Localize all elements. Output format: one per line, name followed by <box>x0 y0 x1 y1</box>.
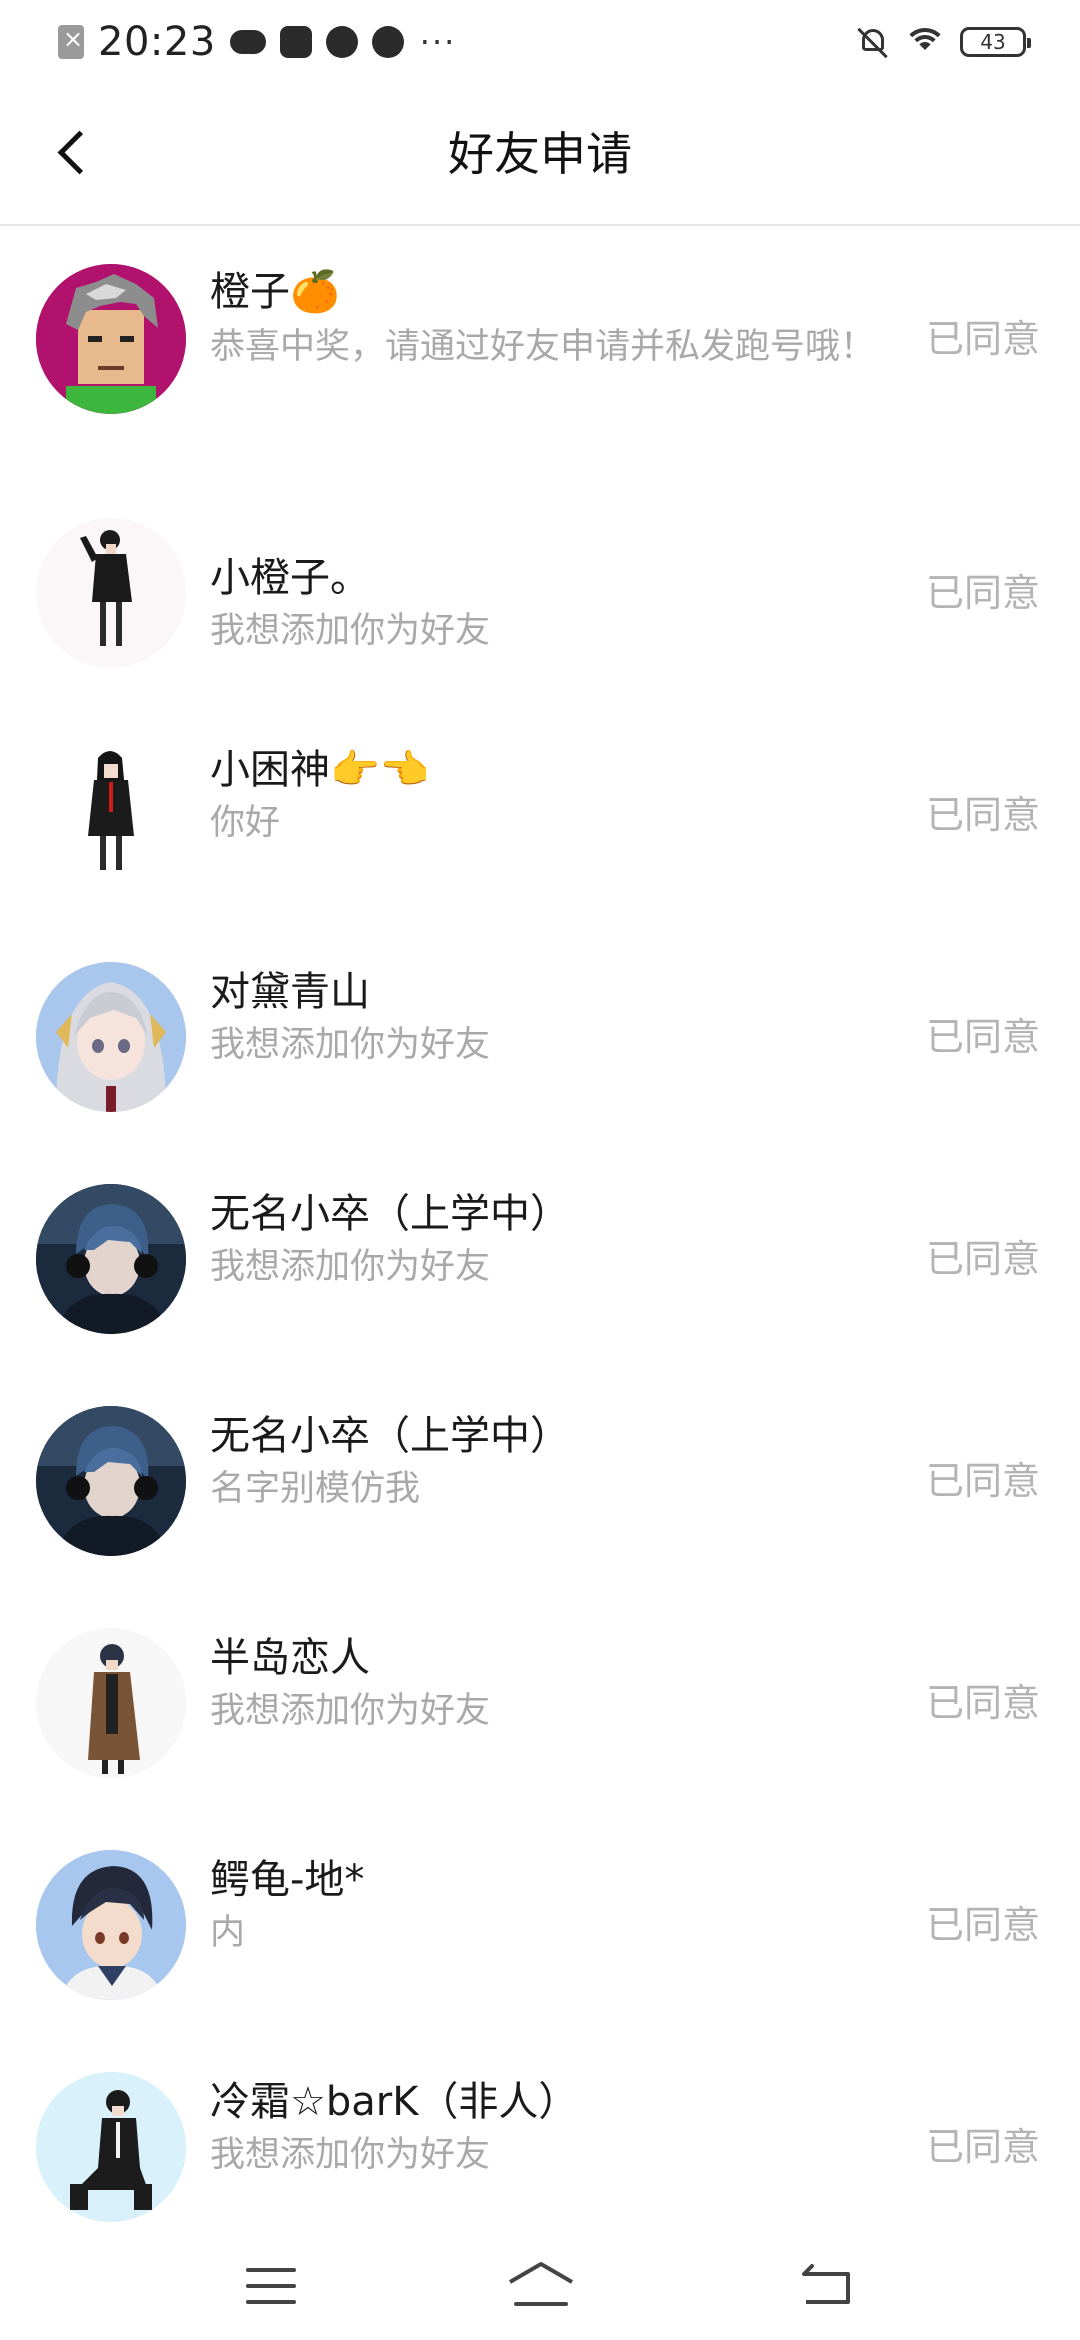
wifi-icon <box>904 26 946 58</box>
avatar[interactable] <box>36 1184 186 1334</box>
status-right: 43 <box>856 25 1031 59</box>
status-accepted-label: 已同意 <box>925 1681 1040 1725</box>
page-title: 好友申请 <box>448 127 632 181</box>
home-icon[interactable] <box>506 2260 576 2310</box>
request-message: 你好 <box>210 803 281 843</box>
requester-name: 无名小卒（上学中） <box>210 1413 570 1459</box>
status-time: 20:23 <box>98 19 216 65</box>
request-message: 内 <box>210 1913 246 1953</box>
request-message: 我想添加你为好友 <box>210 2135 491 2175</box>
sim-off-icon <box>58 25 84 59</box>
request-message: 我想添加你为好友 <box>210 1691 491 1731</box>
status-accepted-label: 已同意 <box>925 2125 1040 2169</box>
status-left: 20:23 ··· <box>58 19 456 65</box>
battery-level: 43 <box>980 30 1006 54</box>
status-accepted-label: 已同意 <box>925 317 1040 361</box>
status-accepted-label: 已同意 <box>925 1015 1040 1059</box>
anime-blue-hair-headphones-avatar-icon <box>36 1406 186 1556</box>
avatar[interactable] <box>36 2072 186 2222</box>
request-message: 恭喜中奖，请通过好友申请并私发跑号哦！ <box>210 327 876 367</box>
requester-name: 橙子🍊 <box>210 269 340 315</box>
bell-off-icon <box>856 25 890 59</box>
requester-name: 冷霜☆barK（非人） <box>210 2079 579 2125</box>
cat-icon <box>325 26 358 58</box>
requester-name: 半岛恋人 <box>210 1635 370 1681</box>
avatar[interactable] <box>36 1850 186 2000</box>
request-message: 我想添加你为好友 <box>210 1025 491 1065</box>
avatar[interactable] <box>36 962 186 1112</box>
anime-dark-hair-boy-avatar-icon <box>36 1850 186 2000</box>
friend-request-row[interactable]: 小困神👉👈 你好 已同意 <box>0 718 1080 918</box>
status-accepted-label: 已同意 <box>925 1237 1040 1281</box>
anime-silver-hair-girl-avatar-icon <box>36 962 186 1112</box>
request-message: 名字别模仿我 <box>210 1469 421 1509</box>
friend-request-row[interactable]: 无名小卒（上学中） 名字别模仿我 已同意 <box>0 1384 1080 1584</box>
status-accepted-label: 已同意 <box>925 1903 1040 1947</box>
overflow-dots-icon: ··· <box>419 23 457 61</box>
status-accepted-label: 已同意 <box>925 571 1040 615</box>
friend-request-row[interactable]: 半岛恋人 我想添加你为好友 已同意 <box>0 1606 1080 1806</box>
friend-request-row[interactable]: 冷霜☆barK（非人） 我想添加你为好友 已同意 <box>0 2050 1080 2250</box>
anime-girl-red-tie-avatar-icon <box>36 740 186 890</box>
avatar[interactable] <box>36 740 186 890</box>
requester-name: 无名小卒（上学中） <box>210 1191 570 1237</box>
friend-request-row[interactable]: 鳄龟-地* 内 已同意 <box>0 1828 1080 2028</box>
anime-girl-black-dress-avatar-icon <box>36 518 186 668</box>
requester-name: 小橙子。 <box>210 555 370 601</box>
friend-request-row[interactable]: 橙子🍊 恭喜中奖，请通过好友申请并私发跑号哦！ 已同意 <box>0 226 1080 466</box>
avatar[interactable] <box>36 1406 186 1556</box>
header: 好友申请 <box>0 84 1080 226</box>
anime-sitting-boy-avatar-icon <box>36 2072 186 2222</box>
back-icon[interactable] <box>798 2264 854 2308</box>
avatar[interactable] <box>36 1628 186 1778</box>
anime-brown-coat-boy-avatar-icon <box>36 1628 186 1778</box>
avatar[interactable] <box>36 264 186 414</box>
requester-name: 小困神👉👈 <box>210 747 430 793</box>
cloud-icon <box>229 30 266 54</box>
requester-name: 对黛青山 <box>210 969 370 1015</box>
compass-icon <box>371 26 404 58</box>
status-accepted-label: 已同意 <box>925 1459 1040 1503</box>
requester-name: 鳄龟-地* <box>210 1857 365 1903</box>
status-bar: 20:23 ··· 43 <box>0 0 1080 84</box>
request-message: 我想添加你为好友 <box>210 1247 491 1287</box>
request-message: 我想添加你为好友 <box>210 611 491 651</box>
pixel-gray-hair-avatar-icon <box>36 264 186 414</box>
friend-request-row[interactable]: 无名小卒（上学中） 我想添加你为好友 已同意 <box>0 1162 1080 1362</box>
friend-request-row[interactable]: 小橙子。 我想添加你为好友 已同意 <box>0 496 1080 696</box>
friend-request-row[interactable]: 对黛青山 我想添加你为好友 已同意 <box>0 940 1080 1140</box>
battery-icon: 43 <box>960 27 1031 57</box>
anime-blue-hair-headphones-avatar-icon <box>36 1184 186 1334</box>
status-accepted-label: 已同意 <box>925 793 1040 837</box>
music-icon <box>279 26 312 58</box>
menu-icon[interactable] <box>246 2268 296 2304</box>
avatar[interactable] <box>36 518 186 668</box>
system-nav-bar <box>0 2230 1080 2340</box>
